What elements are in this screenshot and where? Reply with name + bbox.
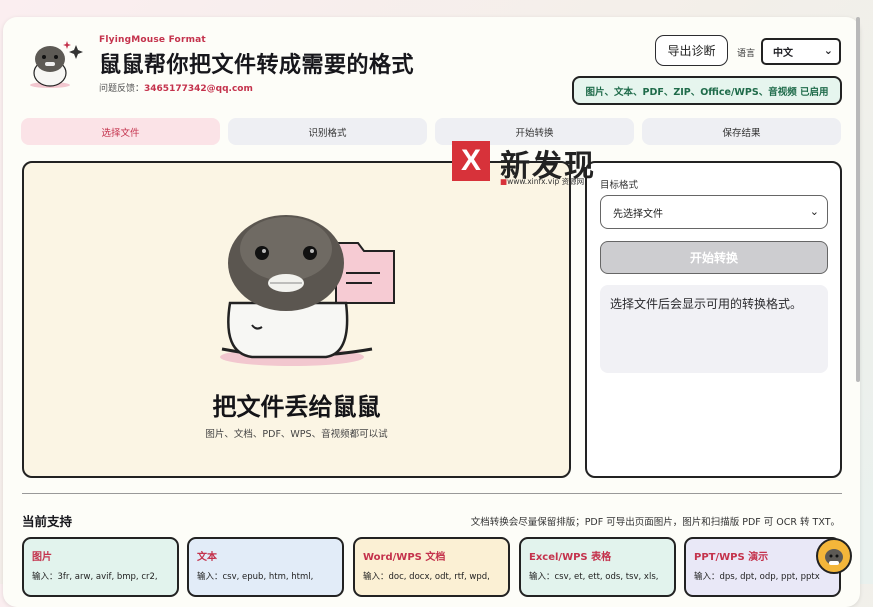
format-card-inputs: 输入：csv, epub, htm, html, — [197, 572, 314, 582]
target-format-value: 先选择文件 — [613, 208, 663, 220]
format-card-name: 图片 — [32, 552, 52, 563]
watermark-logo-icon: X — [452, 141, 490, 181]
target-format-select[interactable]: 先选择文件 ⌄ — [600, 195, 828, 229]
support-note: 文档转换会尽量保留排版；PDF 可导出页面图片，图片和扫描版 PDF 可 OCR… — [470, 517, 840, 528]
format-card-inputs: 输入：csv, et, ett, ods, tsv, xls, — [529, 572, 659, 582]
step-save-result[interactable]: 保存结果 — [642, 118, 841, 145]
format-card-text: 文本 输入：csv, epub, htm, html, — [187, 537, 344, 597]
start-convert-button[interactable]: 开始转换 — [600, 241, 828, 274]
enabled-formats-badge: 图片、文本、PDF、ZIP、Office/WPS、音视频 已启用 — [572, 76, 842, 105]
format-hint: 选择文件后会显示可用的转换格式。 — [600, 285, 828, 373]
site-watermark: X 新发现 ■www.xinfx.vip 资源网 — [452, 141, 632, 187]
mascot-logo-icon — [30, 41, 83, 88]
section-divider — [22, 493, 842, 494]
format-card-image: 图片 输入：3fr, arw, avif, bmp, cr2, — [22, 537, 179, 597]
file-drop-zone[interactable]: 把文件丢给鼠鼠 图片、文档、PDF、WPS、音视频都可以试 — [22, 161, 571, 478]
format-card-word: Word/WPS 文档 输入：doc, docx, odt, rtf, wpd, — [353, 537, 510, 597]
feedback-line: 问题反馈：3465177342@qq.com — [99, 81, 253, 94]
format-card-name: Excel/WPS 表格 — [529, 552, 612, 563]
feedback-email-link[interactable]: 3465177342@qq.com — [144, 84, 253, 94]
format-card-name: Word/WPS 文档 — [363, 552, 446, 563]
export-diagnostics-button[interactable]: 导出诊断 — [655, 35, 728, 66]
chevron-down-icon: ⌄ — [823, 44, 833, 57]
watermark-url: ■www.xinfx.vip 资源网 — [500, 177, 585, 186]
scrollbar[interactable] — [856, 17, 860, 382]
format-card-name: PPT/WPS 演示 — [694, 552, 769, 563]
format-card-excel: Excel/WPS 表格 输入：csv, et, ett, ods, tsv, … — [519, 537, 676, 597]
support-title: 当前支持 — [22, 514, 73, 529]
mascot-float-button[interactable] — [816, 538, 852, 574]
language-select[interactable]: 中文 ⌄ — [761, 38, 841, 65]
step-detect-format[interactable]: 识别格式 — [228, 118, 427, 145]
format-card-inputs: 输入：3fr, arw, avif, bmp, cr2, — [32, 572, 158, 582]
mascot-face-icon — [825, 549, 843, 565]
feedback-label: 问题反馈： — [99, 84, 145, 94]
language-value: 中文 — [773, 48, 793, 59]
step-select-file[interactable]: 选择文件 — [21, 118, 220, 145]
format-card-name: 文本 — [197, 552, 217, 563]
page-title: 鼠鼠帮你把文件转成需要的格式 — [99, 53, 415, 78]
mascot-hero-icon — [220, 215, 395, 366]
step-tabs: 选择文件 识别格式 开始转换 保存结果 — [21, 118, 842, 145]
format-card-inputs: 输入：dps, dpt, odp, ppt, pptx — [694, 572, 820, 582]
brand-name: FlyingMouse Format — [99, 35, 206, 45]
drop-subtitle: 图片、文档、PDF、WPS、音视频都可以试 — [205, 429, 388, 440]
target-format-panel: 目标格式 先选择文件 ⌄ 开始转换 选择文件后会显示可用的转换格式。 — [585, 161, 842, 478]
language-label: 语言 — [737, 49, 756, 59]
format-card-inputs: 输入：doc, docx, odt, rtf, wpd, — [363, 572, 490, 582]
chevron-down-icon: ⌄ — [809, 205, 819, 218]
drop-title: 把文件丢给鼠鼠 — [212, 393, 381, 421]
